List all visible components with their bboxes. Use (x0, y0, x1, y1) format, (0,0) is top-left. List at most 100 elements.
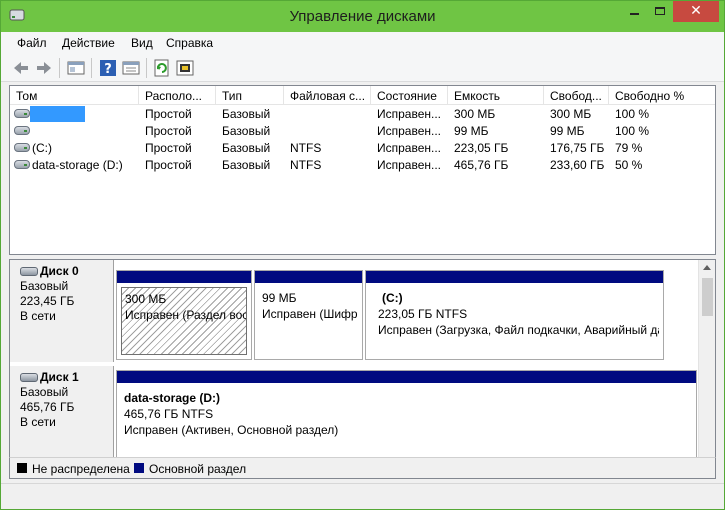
disk-1-state: В сети (20, 415, 56, 429)
partition-body: data-storage (D:) 465,76 ГБ NTFS Исправе… (121, 387, 692, 457)
volume-type: Базовый (222, 124, 271, 138)
disk-0-label: Диск 0 (40, 264, 79, 278)
volume-status: Исправен... (377, 124, 442, 138)
column-header-volume[interactable]: Том (10, 86, 139, 105)
volume-type: Базовый (222, 158, 271, 172)
partition-status: Исправен (Активен, Основной раздел) (124, 423, 339, 437)
back-arrow-icon[interactable] (11, 58, 31, 78)
toolbar-separator (91, 58, 92, 78)
table-row[interactable]: (C:) Простой Базовый NTFS Исправен... 22… (10, 140, 715, 157)
partition-status: Исправен (Шифрованный (EFI) системный ра… (262, 307, 358, 321)
menu-file[interactable]: Файл (17, 36, 47, 50)
disk-0-name: Диск 0 (20, 264, 113, 279)
properties-icon[interactable] (121, 58, 141, 78)
volume-free: 176,75 ГБ (550, 141, 605, 155)
column-header-layout[interactable]: Располо... (139, 86, 216, 105)
table-row[interactable]: Простой Базовый Исправен... 99 МБ 99 МБ … (10, 123, 715, 140)
legend-swatch-unallocated (17, 463, 27, 473)
volume-status: Исправен... (377, 141, 442, 155)
maximize-button[interactable] (647, 1, 673, 22)
partition-title: (C:) (382, 291, 403, 305)
volume-filesystem: NTFS (290, 158, 322, 172)
volume-free: 300 МБ (550, 107, 592, 121)
volume-type: Базовый (222, 141, 271, 155)
volume-free-percent: 79 % (615, 141, 643, 155)
menu-help[interactable]: Справка (166, 36, 213, 50)
partition-size: 99 МБ (262, 291, 297, 305)
scroll-up-icon[interactable] (703, 265, 711, 270)
status-bar (1, 483, 724, 509)
disk-0-state: В сети (20, 309, 56, 323)
volume-free-percent: 50 % (615, 158, 643, 172)
volume-capacity: 300 МБ (454, 107, 496, 121)
partition-body: (C:) 223,05 ГБ NTFS Исправен (Загрузка, … (370, 287, 659, 355)
volume-type: Базовый (222, 107, 271, 121)
disk-1-type: Базовый (20, 385, 69, 399)
close-icon: ✕ (690, 2, 702, 18)
disk-0-row: Диск 0 Базовый 223,45 ГБ В сети 300 МБ И… (10, 260, 698, 362)
disk-1-size: 465,76 ГБ (20, 400, 75, 414)
partition-body: 99 МБ Исправен (Шифрованный (EFI) систем… (259, 287, 358, 355)
disk-1-label: Диск 1 (40, 370, 79, 384)
help-icon[interactable]: ? (98, 58, 118, 78)
forward-arrow-icon[interactable] (34, 58, 54, 78)
partition-bar (117, 371, 696, 383)
vertical-scrollbar[interactable] (698, 260, 715, 478)
volume-layout: Простой (145, 141, 192, 155)
volume-capacity: 99 МБ (454, 124, 489, 138)
table-row[interactable]: data-storage (D:) Простой Базовый NTFS И… (10, 157, 715, 174)
console-tree-icon[interactable] (66, 58, 86, 78)
volume-free: 99 МБ (550, 124, 585, 138)
volume-free: 233,60 ГБ (550, 158, 605, 172)
disk-1-info[interactable]: Диск 1 Базовый 465,76 ГБ В сети (10, 366, 114, 462)
window-title: Управление дисками (289, 8, 436, 25)
minimize-button[interactable] (621, 1, 647, 22)
volume-name: data-storage (D:) (32, 158, 123, 172)
volume-free-percent: 100 % (615, 124, 650, 138)
volume-free-percent: 100 % (615, 107, 650, 121)
disk-1-row: Диск 1 Базовый 465,76 ГБ В сети data-sto… (10, 366, 698, 462)
column-header-type[interactable]: Тип (216, 86, 284, 105)
menu-bar: Файл Действие Вид Справка (1, 32, 724, 54)
title-bar[interactable]: Управление дисками ✕ (1, 1, 724, 32)
volume-status: Исправен... (377, 107, 442, 121)
volume-layout: Простой (145, 107, 192, 121)
partition-status: Исправен (Загрузка, Файл подкачки, Авари… (378, 323, 659, 337)
disk-0-size: 223,45 ГБ (20, 294, 75, 308)
menu-view[interactable]: Вид (131, 36, 153, 50)
partition-c[interactable]: (C:) 223,05 ГБ NTFS Исправен (Загрузка, … (365, 270, 664, 360)
partition-recovery[interactable]: 300 МБ Исправен (Раздел восстановления) (116, 270, 252, 360)
scrollbar-thumb[interactable] (702, 278, 713, 316)
disk-0-info[interactable]: Диск 0 Базовый 223,45 ГБ В сети (10, 260, 114, 362)
partition-bar (255, 271, 362, 283)
disk-graphical-view[interactable]: Диск 0 Базовый 223,45 ГБ В сети 300 МБ И… (9, 259, 716, 479)
toolbar: ? (1, 54, 724, 82)
partition-d[interactable]: data-storage (D:) 465,76 ГБ NTFS Исправе… (116, 370, 697, 462)
column-header-filesystem[interactable]: Файловая с... (284, 86, 371, 105)
menu-action[interactable]: Действие (62, 36, 115, 50)
minimize-icon (630, 13, 639, 15)
partition-body: 300 МБ Исправен (Раздел восстановления) (121, 287, 247, 355)
volume-status: Исправен... (377, 158, 442, 172)
column-header-free[interactable]: Свобод... (544, 86, 609, 105)
volume-icon (14, 160, 30, 169)
table-row[interactable]: Простой Базовый Исправен... 300 МБ 300 М… (10, 106, 715, 123)
legend: Не распределена Основной раздел (9, 457, 716, 479)
volume-icon (14, 126, 30, 135)
volume-layout: Простой (145, 124, 192, 138)
column-header-capacity[interactable]: Емкость (448, 86, 544, 105)
refresh-icon[interactable] (152, 58, 172, 78)
volume-icon (14, 143, 30, 152)
column-header-free-percent[interactable]: Свободно % (609, 86, 715, 105)
volume-list[interactable]: Том Располо... Тип Файловая с... Состоян… (9, 85, 716, 255)
volume-layout: Простой (145, 158, 192, 172)
settings-icon[interactable] (175, 58, 195, 78)
partition-bar (366, 271, 663, 283)
svg-text:?: ? (104, 62, 112, 77)
volume-name-selection (30, 106, 85, 122)
close-button[interactable]: ✕ (673, 1, 719, 22)
legend-label-primary: Основной раздел (149, 462, 247, 476)
column-header-status[interactable]: Состояние (371, 86, 448, 105)
partition-efi[interactable]: 99 МБ Исправен (Шифрованный (EFI) систем… (254, 270, 363, 360)
volume-icon (14, 109, 30, 118)
